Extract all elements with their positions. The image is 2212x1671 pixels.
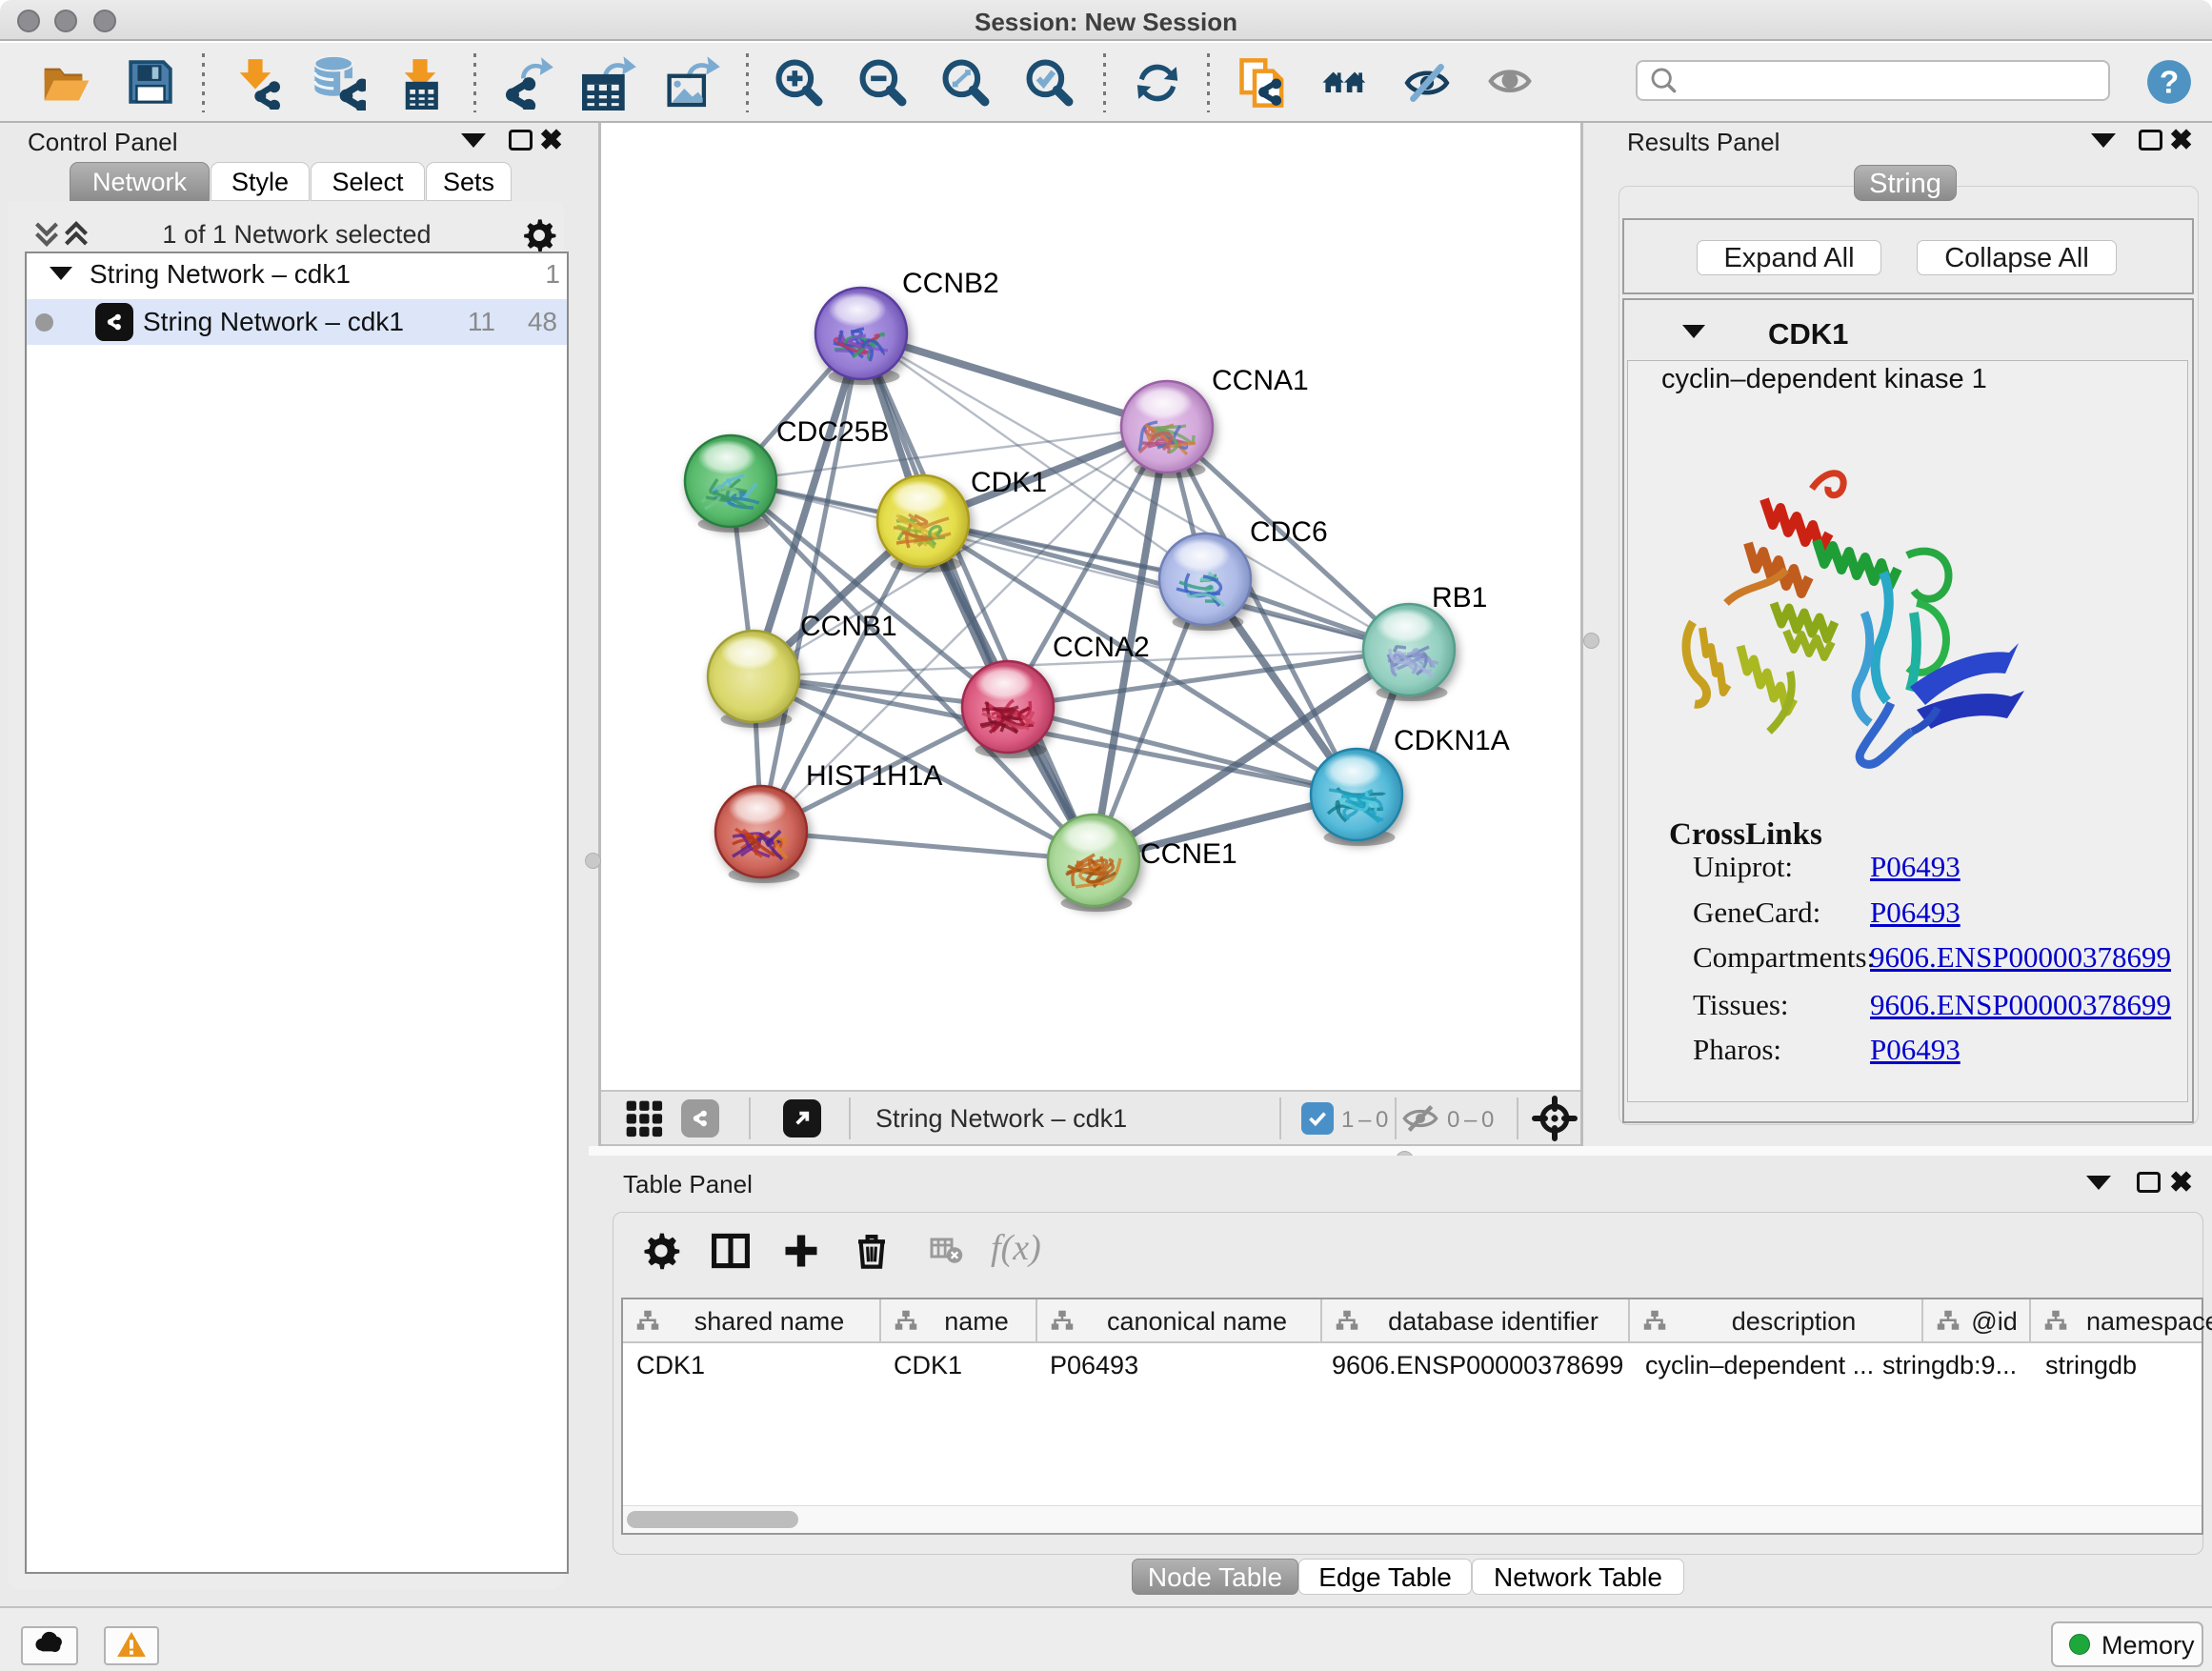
svg-text:CCNE1: CCNE1	[1140, 838, 1237, 870]
svg-text:CCNA2: CCNA2	[1053, 632, 1150, 663]
svg-text:CCNB1: CCNB1	[800, 611, 897, 642]
svg-text:HIST1H1A: HIST1H1A	[806, 760, 942, 792]
svg-text:CDK1: CDK1	[971, 467, 1047, 498]
svg-text:CCNA1: CCNA1	[1212, 365, 1309, 396]
svg-text:?: ?	[2160, 65, 2179, 100]
svg-text:CCNB2: CCNB2	[902, 268, 999, 299]
svg-text:RB1: RB1	[1432, 582, 1487, 614]
svg-text:CDKN1A: CDKN1A	[1394, 725, 1510, 756]
svg-text:CDC25B: CDC25B	[776, 416, 889, 448]
svg-text:CDC6: CDC6	[1250, 516, 1328, 548]
